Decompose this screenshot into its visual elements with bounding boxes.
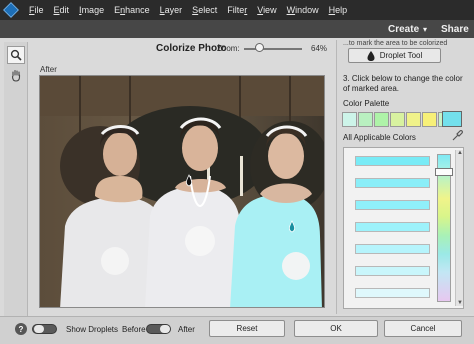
instruction-text-top: ...to mark the area to be colorized (343, 40, 448, 47)
selected-palette-swatch[interactable] (442, 111, 462, 127)
hand-tool-button[interactable] (7, 66, 25, 84)
menu-item[interactable]: File (24, 5, 49, 15)
after-label: After (178, 325, 195, 334)
dialog-title: Colorize Photo (156, 43, 227, 54)
colors-scrollbar[interactable]: ▲ ▼ (455, 150, 463, 306)
before-after-toggle[interactable] (146, 324, 171, 334)
chevron-down-icon[interactable]: ▾ (423, 25, 427, 34)
menu-item[interactable]: Help (324, 5, 353, 15)
menu-item[interactable]: Layer (155, 5, 188, 15)
applicable-color-row[interactable] (355, 200, 430, 210)
toggle-knob (34, 325, 44, 333)
magnifier-icon (10, 49, 22, 61)
palette-swatch[interactable] (406, 112, 421, 127)
applicable-color-row[interactable] (355, 156, 430, 166)
menu-item[interactable]: Edit (49, 5, 75, 15)
zoom-label: Zoom: (217, 44, 240, 53)
eyedropper-icon[interactable] (452, 130, 463, 141)
menu-item[interactable]: Image (74, 5, 109, 15)
color-palette-label: Color Palette (343, 99, 390, 108)
droplet-icon (367, 50, 375, 61)
applicable-color-row[interactable] (355, 222, 430, 232)
applicable-colors-list: ▲ ▼ (343, 147, 464, 309)
applicable-color-row[interactable] (355, 244, 430, 254)
applicable-colors-label: All Applicable Colors (343, 133, 416, 142)
droplet-tool-button[interactable]: Droplet Tool (348, 48, 441, 63)
droplet-tool-label: Droplet Tool (379, 51, 423, 60)
before-label: Before (122, 325, 146, 334)
hue-strip[interactable] (437, 154, 451, 302)
colorized-photo (40, 76, 324, 307)
palette-swatch[interactable] (358, 112, 373, 127)
menu-item[interactable]: View (252, 5, 281, 15)
cancel-button[interactable]: Cancel (384, 320, 462, 337)
help-button[interactable]: ? (15, 323, 27, 335)
applicable-color-row[interactable] (355, 288, 430, 298)
applicable-color-row[interactable] (355, 178, 430, 188)
app-logo-icon (3, 2, 19, 18)
top-action-bar: Create ▾ Share (0, 20, 474, 40)
zoom-slider-track[interactable] (244, 48, 302, 50)
palette-swatch[interactable] (390, 112, 405, 127)
color-palette (342, 112, 454, 127)
hue-strip-handle[interactable] (435, 168, 453, 176)
zoom-value: 64% (311, 44, 328, 53)
menu-bar: File Edit Image Enhance Layer Select Filter Vie… (0, 0, 474, 20)
step3-instruction: 3. Click below to change the color of ma… (343, 74, 463, 93)
share-button[interactable]: Share (441, 24, 469, 35)
toggle-knob (160, 325, 170, 333)
menu-item[interactable]: Select (187, 5, 222, 15)
tool-panel (4, 42, 28, 316)
menu-items: File Edit Image Enhance Layer Select Filter Vie… (24, 5, 352, 15)
create-button[interactable]: Create (388, 24, 419, 35)
zoom-tool-button[interactable] (7, 46, 25, 64)
scroll-down-arrow-icon[interactable]: ▼ (456, 300, 464, 306)
menu-item[interactable]: Filter (222, 5, 252, 15)
scroll-up-arrow-icon[interactable]: ▲ (456, 150, 464, 156)
ok-button[interactable]: OK (294, 320, 378, 337)
menu-item[interactable]: Enhance (109, 5, 155, 15)
photo-canvas[interactable] (39, 75, 325, 308)
show-droplets-toggle[interactable] (32, 324, 57, 334)
view-after-label: After (40, 65, 57, 74)
applicable-color-row[interactable] (355, 266, 430, 276)
hand-icon (11, 69, 21, 82)
palette-swatch[interactable] (422, 112, 437, 127)
palette-swatch[interactable] (374, 112, 389, 127)
reset-button[interactable]: Reset (209, 320, 285, 337)
palette-swatch[interactable] (342, 112, 357, 127)
menu-item[interactable]: Window (282, 5, 324, 15)
show-droplets-label: Show Droplets (66, 325, 119, 334)
